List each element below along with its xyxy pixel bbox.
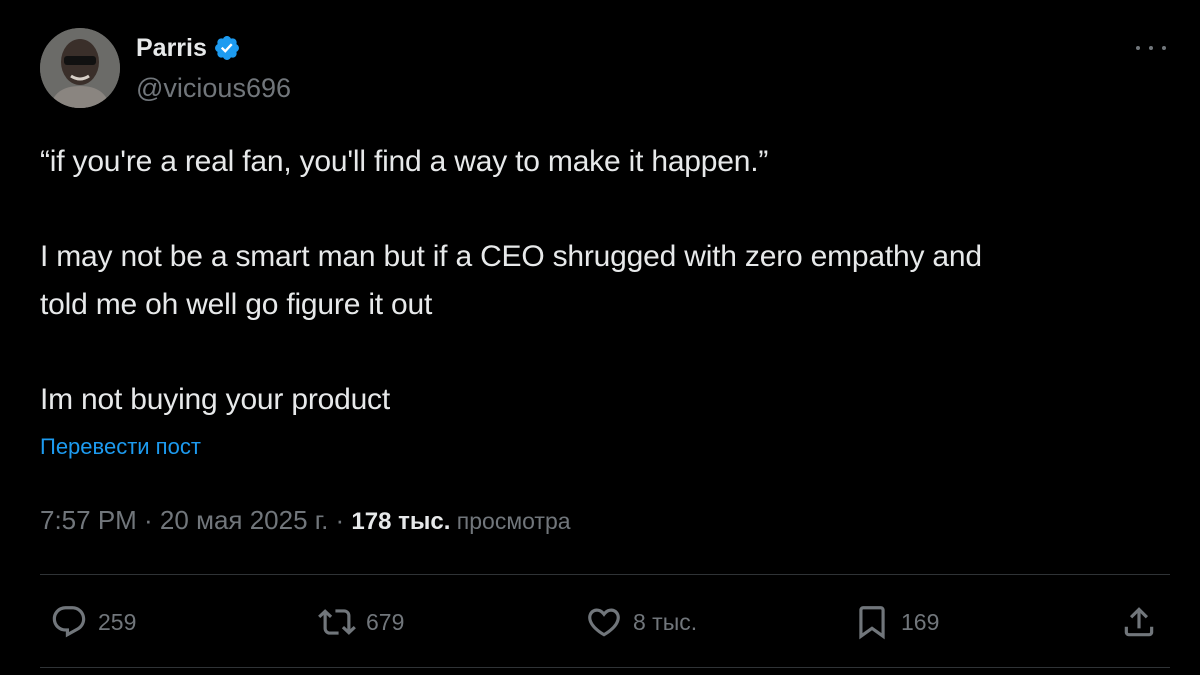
repost-button[interactable]: 679 [318,600,404,644]
more-dot [1149,46,1153,50]
translate-post-link[interactable]: Перевести пост [40,432,201,462]
post-card: Parris @vicious696 “if you're a real fan… [0,0,1200,675]
share-icon [1124,607,1154,637]
repost-count: 679 [366,608,405,635]
reply-count: 259 [98,608,137,635]
author-name-text: Parris [136,34,207,62]
reply-button[interactable]: 259 [50,600,136,644]
heart-icon [588,608,620,637]
like-count: 8 тыс. [633,608,698,635]
avatar[interactable] [40,28,120,108]
post-text-line: I may not be a smart man but if a CEO sh… [40,240,982,273]
post-text-line: “if you're a real fan, you'll find a way… [40,145,769,178]
author-name[interactable]: Parris [136,32,241,64]
views-count[interactable]: 178 тыс. [351,508,450,535]
author-handle[interactable]: @vicious696 [136,72,291,104]
like-button[interactable]: 8 тыс. [585,600,697,644]
post-text-line: Im not buying your product [40,383,390,416]
more-dot [1136,46,1140,50]
avatar-image [40,28,120,108]
bookmark-icon [859,606,885,640]
verified-badge-icon[interactable] [213,34,241,62]
divider [40,667,1170,668]
bookmark-count: 169 [901,608,940,635]
share-button[interactable] [1120,600,1158,644]
more-options-icon[interactable] [1136,36,1166,60]
post-text-line: told me oh well go figure it out [40,288,433,321]
post-meta: 7:57 PM · 20 мая 2025 г. · 178 тыс. прос… [40,503,571,539]
repost-icon [318,609,356,635]
more-dot [1162,46,1166,50]
bookmark-button[interactable]: 169 [853,600,939,644]
reply-icon [52,606,86,638]
post-timestamp[interactable]: 7:57 PM · 20 мая 2025 г. · [40,505,351,535]
divider [40,574,1170,575]
views-label: просмотра [450,508,571,534]
